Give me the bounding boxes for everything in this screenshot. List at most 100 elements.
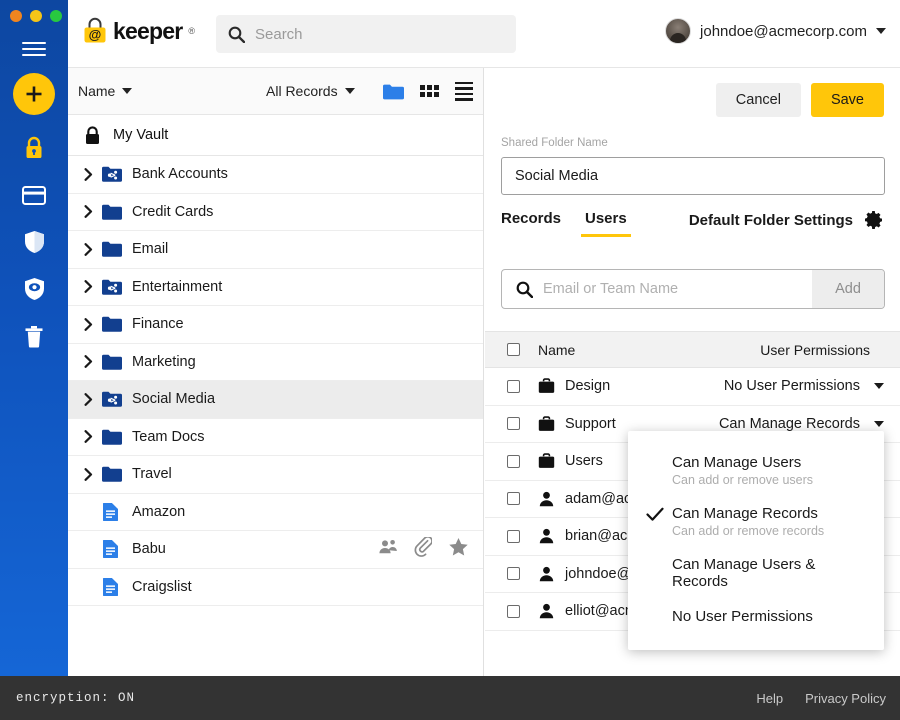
- vault-tree-label: Travel: [132, 466, 172, 483]
- shared-folder-icon: [102, 391, 122, 408]
- record-filter-dropdown[interactable]: All Records: [266, 83, 355, 99]
- vault-tree-row[interactable]: Craigslist: [68, 569, 483, 606]
- vault-tree-label: Social Media: [132, 391, 216, 408]
- vault-tree-row[interactable]: Marketing: [68, 344, 483, 381]
- select-all-checkbox[interactable]: [507, 343, 520, 356]
- maximize-window-button[interactable]: [50, 10, 62, 22]
- row-checkbox[interactable]: [507, 492, 520, 506]
- vault-tree-row[interactable]: Finance: [68, 306, 483, 344]
- help-link[interactable]: Help: [756, 691, 783, 706]
- user-person-icon: [539, 529, 553, 544]
- permission-menu-item[interactable]: Can Manage Records Can add or remove reco…: [628, 496, 884, 547]
- vault-tree-row[interactable]: Email: [68, 231, 483, 269]
- chevron-right-icon: [84, 167, 93, 181]
- vault-tree-row[interactable]: Entertainment: [68, 269, 483, 306]
- account-email: johndoe@acmecorp.com: [700, 22, 867, 40]
- attachment-icon[interactable]: [414, 535, 433, 562]
- filter-label: All Records: [266, 83, 338, 99]
- folder-icon: [102, 354, 122, 370]
- minimize-window-button[interactable]: [30, 10, 42, 22]
- my-vault-root[interactable]: My Vault: [68, 115, 483, 156]
- hamburger-icon[interactable]: [22, 40, 46, 58]
- shared-users-icon[interactable]: [378, 539, 398, 560]
- tab-records[interactable]: Records: [501, 210, 561, 237]
- shared-folder-icon: [102, 279, 132, 295]
- expand-chevron[interactable]: [84, 205, 102, 219]
- sidebar-item-security-audit[interactable]: [20, 228, 48, 256]
- encryption-status: encryption: ON: [16, 691, 136, 705]
- vault-tree-row[interactable]: Social Media: [68, 381, 483, 419]
- privacy-policy-link[interactable]: Privacy Policy: [805, 691, 886, 706]
- status-footer: encryption: ON Help Privacy Policy: [0, 676, 900, 720]
- sidebar-item-vault[interactable]: [20, 134, 48, 162]
- expand-chevron[interactable]: [84, 355, 102, 369]
- shield-eye-icon: [24, 278, 44, 300]
- add-user-input[interactable]: [543, 270, 812, 308]
- expand-chevron[interactable]: [84, 280, 102, 294]
- team-briefcase-icon: [537, 453, 555, 469]
- tab-users[interactable]: Users: [581, 210, 631, 237]
- expand-chevron[interactable]: [84, 467, 102, 481]
- save-button[interactable]: Save: [810, 83, 884, 117]
- row-checkbox[interactable]: [507, 529, 520, 543]
- favorite-star-icon[interactable]: [448, 537, 469, 562]
- team-briefcase-icon: [538, 453, 554, 469]
- team-briefcase-icon: [538, 378, 554, 394]
- default-folder-settings-button[interactable]: Default Folder Settings: [689, 210, 884, 231]
- row-checkbox[interactable]: [507, 417, 520, 431]
- row-checkbox[interactable]: [507, 379, 520, 393]
- sort-label: Name: [78, 83, 116, 99]
- vault-tree-row[interactable]: Travel: [68, 456, 483, 494]
- expand-chevron[interactable]: [84, 430, 102, 444]
- permission-menu-item[interactable]: Can Manage Users Can add or remove users: [628, 445, 884, 496]
- global-search-input[interactable]: Search: [216, 15, 516, 53]
- shared-folder-name-input[interactable]: [501, 157, 885, 195]
- vault-tree-row[interactable]: Team Docs: [68, 419, 483, 456]
- plus-icon: [26, 86, 42, 102]
- user-person-icon: [537, 491, 555, 507]
- vault-tree-row[interactable]: Bank Accounts: [68, 156, 483, 194]
- create-new-button[interactable]: [13, 73, 55, 115]
- user-person-icon: [539, 604, 553, 619]
- add-user-button[interactable]: Add: [812, 270, 884, 308]
- row-checkbox[interactable]: [507, 567, 520, 581]
- row-checkbox[interactable]: [507, 454, 520, 468]
- permission-menu-item[interactable]: Can Manage Users & Records: [628, 547, 884, 599]
- cancel-button[interactable]: Cancel: [715, 83, 801, 117]
- record-document-icon: [103, 577, 118, 596]
- expand-chevron[interactable]: [84, 242, 102, 256]
- chevron-right-icon: [84, 355, 93, 369]
- row-checkbox[interactable]: [507, 604, 520, 618]
- permission-dropdown-menu: Can Manage Users Can add or remove users C…: [628, 431, 884, 650]
- close-window-button[interactable]: [10, 10, 22, 22]
- sort-dropdown[interactable]: Name: [78, 83, 133, 99]
- sidebar-item-payments[interactable]: [20, 181, 48, 209]
- expand-chevron[interactable]: [84, 317, 102, 331]
- expand-chevron[interactable]: [84, 392, 102, 406]
- row-permission-value: No User Permissions: [723, 378, 860, 395]
- table-row[interactable]: Design No User Permissions: [485, 368, 900, 406]
- permission-dropdown-toggle[interactable]: [874, 420, 884, 427]
- row-permission-value: Can Manage Records: [718, 415, 860, 432]
- permission-menu-subtitle: Can add or remove records: [672, 524, 825, 538]
- folder-icon: [102, 241, 132, 258]
- account-menu[interactable]: johndoe@acmecorp.com: [665, 18, 886, 44]
- vault-tree-row[interactable]: Credit Cards: [68, 194, 483, 231]
- grid-view-icon[interactable]: [420, 85, 439, 97]
- permission-dropdown-toggle[interactable]: [874, 383, 884, 390]
- vault-tree-label: Amazon: [132, 503, 186, 520]
- permission-menu-item[interactable]: No User Permissions: [628, 599, 884, 634]
- sidebar-item-trash[interactable]: [20, 322, 48, 350]
- folder-view-icon[interactable]: [382, 83, 404, 100]
- lock-icon: [86, 125, 99, 144]
- keeper-vault-window: @ keeper ® Search johndoe@acmecorp.com N…: [0, 0, 900, 720]
- column-header-name: Name: [538, 341, 576, 358]
- list-view-icon[interactable]: [455, 81, 473, 101]
- user-person-icon: [537, 566, 555, 582]
- sidebar-item-breachwatch[interactable]: [20, 275, 48, 303]
- logo-wordmark: keeper: [113, 17, 183, 44]
- chevron-down-icon: [876, 28, 886, 34]
- vault-tree-row[interactable]: Amazon: [68, 494, 483, 531]
- expand-chevron[interactable]: [84, 167, 102, 181]
- vault-tree-row[interactable]: Babu: [68, 531, 483, 569]
